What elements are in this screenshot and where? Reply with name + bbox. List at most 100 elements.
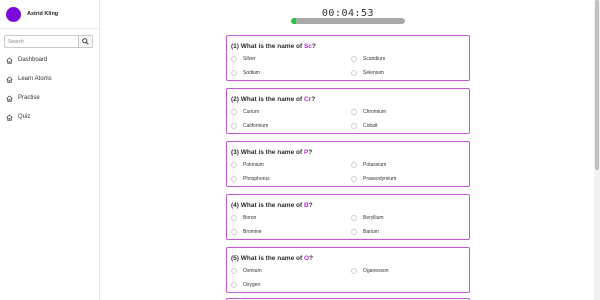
answer-option[interactable]: Bromine [231, 228, 262, 235]
sidebar-item-quiz[interactable]: Quiz [6, 113, 52, 121]
question-title: (1) What is the name of Sc? [231, 43, 316, 50]
answer-option[interactable]: Osmium [231, 267, 262, 274]
radio-button[interactable] [351, 122, 357, 129]
question-card: (3) What is the name of P? Polonium Pota… [226, 141, 470, 187]
question-mark: ? [308, 149, 313, 156]
radio-button[interactable] [351, 228, 357, 235]
option-label: Praseodymium [363, 175, 397, 182]
question-mark: ? [311, 43, 316, 50]
option-label: Sodium [243, 69, 260, 76]
question-card: (5) What is the name of O? Osmium Oganes… [226, 247, 470, 293]
radio-button[interactable] [231, 108, 237, 115]
radio-button[interactable] [231, 122, 237, 129]
question-text: (2) What is the name of [231, 96, 304, 103]
option-label: Beryllium [363, 214, 384, 221]
radio-button[interactable] [231, 281, 237, 288]
question-text: (4) What is the name of [231, 202, 304, 209]
sidebar-item-learn-atoms[interactable]: Learn Atoms [6, 75, 52, 83]
answer-option[interactable]: Oxygen [231, 281, 260, 288]
sidebar-item-dashboard[interactable]: Dashboard [6, 56, 52, 64]
question-title: (4) What is the name of B? [231, 202, 313, 209]
option-label: Barium [363, 228, 379, 235]
answer-option[interactable]: Barium [351, 228, 379, 235]
option-label: Oxygen [243, 281, 261, 288]
question-title: (2) What is the name of Cr? [231, 96, 315, 103]
radio-button[interactable] [351, 55, 357, 62]
option-label: Silver [243, 55, 256, 62]
avatar[interactable] [6, 6, 21, 22]
sidebar-item-label: Learn Atoms [18, 76, 52, 82]
time-progress-fill [291, 18, 296, 24]
answer-option[interactable]: Sodium [231, 69, 260, 76]
answer-option[interactable]: Boron [231, 214, 256, 221]
question-text: (5) What is the name of [231, 255, 304, 262]
option-label: Oganesson [363, 267, 389, 274]
question-card: (2) What is the name of Cr? Curium Chrom… [226, 88, 470, 134]
answer-option[interactable]: Potassium [351, 161, 386, 168]
question-mark: ? [308, 202, 313, 209]
answer-option[interactable]: Cobalt [351, 122, 377, 129]
question-card: (1) What is the name of Sc? Silver Scand… [226, 35, 470, 81]
search-icon [82, 38, 89, 45]
option-label: Phosphorus [243, 175, 270, 182]
home-icon [6, 56, 13, 64]
radio-button[interactable] [231, 228, 237, 235]
answer-option[interactable]: Selenium [351, 69, 384, 76]
answer-option[interactable]: Phosphorus [231, 175, 270, 182]
user-profile[interactable]: Astrid Kling [6, 6, 58, 22]
answer-option[interactable]: Scandium [351, 55, 385, 62]
answer-option[interactable]: Curium [231, 108, 259, 115]
question-mark: ? [309, 255, 313, 262]
home-icon [6, 75, 13, 83]
sidebar-item-label: Dashboard [18, 57, 48, 63]
radio-button[interactable] [231, 161, 237, 168]
sidebar-item-practise[interactable]: Practise [6, 94, 52, 102]
radio-button[interactable] [231, 214, 237, 221]
option-label: Cobalt [363, 122, 378, 129]
answer-option[interactable]: Polonium [231, 161, 264, 168]
question-title: (5) What is the name of O? [231, 255, 313, 262]
question-text: (1) What is the name of [231, 43, 304, 50]
answer-option[interactable]: Oganesson [351, 267, 389, 274]
radio-button[interactable] [351, 108, 357, 115]
sidebar: Astrid Kling Dashboard Learn Atoms Pract… [0, 0, 100, 300]
radio-button[interactable] [231, 175, 237, 182]
option-label: Osmium [243, 267, 262, 274]
radio-button[interactable] [351, 161, 357, 168]
radio-button[interactable] [231, 267, 237, 274]
option-label: Bromine [243, 228, 262, 235]
option-label: Polonium [243, 161, 264, 168]
option-label: Selenium [363, 69, 384, 76]
sidebar-item-label: Quiz [18, 114, 31, 120]
search-button[interactable] [78, 35, 93, 48]
option-label: Chromium [363, 108, 387, 115]
radio-button[interactable] [351, 267, 357, 274]
option-label: Boron [243, 214, 257, 221]
scrollbar-thumb[interactable] [595, 0, 599, 170]
question-card: (4) What is the name of B? Boron Berylli… [226, 194, 470, 240]
option-label: Curium [243, 108, 260, 115]
question-text: (3) What is the name of [231, 149, 304, 156]
answer-option[interactable]: Californium [231, 122, 268, 129]
option-label: Californium [243, 122, 269, 129]
radio-button[interactable] [351, 175, 357, 182]
radio-button[interactable] [351, 214, 357, 221]
answer-option[interactable]: Beryllium [351, 214, 384, 221]
page-scrollbar[interactable] [594, 0, 600, 300]
question-title: (3) What is the name of P? [231, 149, 312, 156]
radio-button[interactable] [351, 69, 357, 76]
answer-option[interactable]: Chromium [351, 108, 386, 115]
search-input[interactable] [4, 35, 78, 48]
radio-button[interactable] [231, 69, 237, 76]
radio-button[interactable] [231, 55, 237, 62]
user-name: Astrid Kling [27, 11, 59, 17]
sidebar-item-label: Practise [18, 95, 40, 101]
home-icon [6, 94, 13, 102]
answer-option[interactable]: Silver [231, 55, 256, 62]
option-label: Scandium [363, 55, 386, 62]
quiz-main: 00:04:53 (1) What is the name of Sc? Sil… [101, 0, 594, 300]
element-symbol: Sc [303, 43, 312, 50]
option-label: Potassium [363, 161, 387, 168]
answer-option[interactable]: Praseodymium [351, 175, 396, 182]
home-icon [6, 113, 13, 121]
